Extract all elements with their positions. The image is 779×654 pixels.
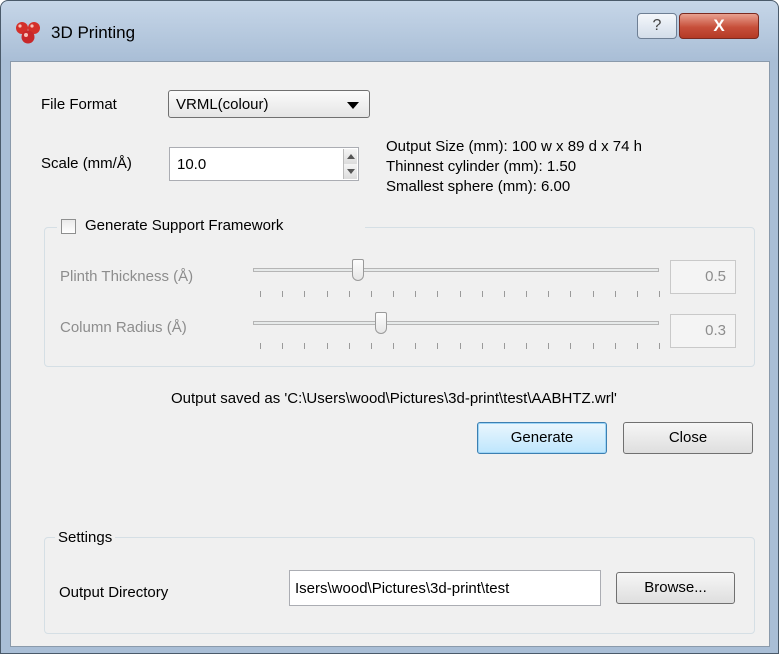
file-format-value: VRML(colour) [176, 96, 269, 113]
smallest-sphere-text: Smallest sphere (mm): 6.00 [386, 178, 571, 195]
slider-tick [548, 343, 549, 349]
file-format-select[interactable]: VRML(colour) [168, 90, 370, 118]
generate-support-checkbox[interactable] [61, 219, 76, 234]
slider-tick [327, 291, 328, 297]
slider-tick [393, 291, 394, 297]
slider-tick [482, 291, 483, 297]
spin-down-icon[interactable] [343, 164, 357, 179]
slider-tick [593, 343, 594, 349]
slider-tick [570, 291, 571, 297]
slider-tick [548, 291, 549, 297]
slider-tick [637, 343, 638, 349]
output-saved-message: Output saved as 'C:\Users\wood\Pictures\… [171, 390, 617, 407]
slider-tick [349, 291, 350, 297]
plinth-thickness-value[interactable]: 0.5 [670, 260, 736, 294]
slider-tick [615, 343, 616, 349]
slider-tick [593, 291, 594, 297]
slider-tick [437, 343, 438, 349]
slider-tick [304, 291, 305, 297]
chevron-down-icon [347, 102, 359, 109]
slider-tick [659, 291, 660, 297]
file-format-label: File Format [41, 96, 117, 113]
slider-tick [371, 291, 372, 297]
plinth-slider-handle[interactable] [352, 259, 364, 281]
dialog-body: File Format VRML(colour) Scale (mm/Å) 10… [10, 61, 770, 647]
thinnest-cylinder-text: Thinnest cylinder (mm): 1.50 [386, 158, 577, 175]
scale-value: 10.0 [177, 156, 207, 173]
slider-tick [570, 343, 571, 349]
support-framework-header: Generate Support Framework [57, 216, 365, 238]
slider-tick [526, 291, 527, 297]
slider-tick [327, 343, 328, 349]
column-radius-label: Column Radius (Å) [60, 319, 187, 336]
plinth-slider-ticks [260, 291, 660, 297]
window-title: 3D Printing [51, 23, 136, 42]
slider-tick [371, 343, 372, 349]
slider-tick [460, 291, 461, 297]
close-button[interactable]: Close [623, 422, 753, 454]
window-close-button[interactable]: X [679, 13, 759, 39]
settings-group-title: Settings [55, 529, 116, 546]
output-directory-label: Output Directory [59, 584, 169, 601]
generate-button[interactable]: Generate [477, 422, 607, 454]
help-icon: ? [652, 17, 662, 34]
slider-tick [482, 343, 483, 349]
close-icon: X [713, 16, 725, 35]
slider-tick [282, 343, 283, 349]
output-size-text: Output Size (mm): 100 w x 89 d x 74 h [386, 138, 642, 155]
slider-tick [637, 291, 638, 297]
slider-tick [260, 343, 261, 349]
browse-button[interactable]: Browse... [616, 572, 735, 604]
column-slider-track[interactable] [253, 321, 659, 325]
slider-tick [615, 291, 616, 297]
slider-tick [304, 343, 305, 349]
slider-tick [415, 291, 416, 297]
dialog-window: 3D Printing ? X File Format VRML(colour)… [0, 0, 779, 654]
slider-tick [282, 291, 283, 297]
slider-tick [437, 291, 438, 297]
scale-spinbox[interactable]: 10.0 [169, 147, 359, 181]
slider-tick [526, 343, 527, 349]
column-radius-value[interactable]: 0.3 [670, 314, 736, 348]
spin-up-icon[interactable] [343, 149, 357, 164]
title-bar[interactable]: 3D Printing ? X [1, 1, 778, 61]
generate-support-label: Generate Support Framework [85, 217, 284, 234]
column-slider-ticks [260, 343, 660, 349]
slider-tick [460, 343, 461, 349]
column-slider-handle[interactable] [375, 312, 387, 334]
help-button[interactable]: ? [637, 13, 677, 39]
plinth-slider-track[interactable] [253, 268, 659, 272]
output-directory-input[interactable]: Isers\wood\Pictures\3d-print\test [289, 570, 601, 606]
slider-tick [415, 343, 416, 349]
plinth-thickness-label: Plinth Thickness (Å) [60, 268, 194, 285]
app-molecule-icon [16, 22, 40, 44]
slider-tick [349, 343, 350, 349]
scale-label: Scale (mm/Å) [41, 155, 132, 172]
output-directory-value: Isers\wood\Pictures\3d-print\test [295, 580, 510, 597]
slider-tick [504, 291, 505, 297]
slider-tick [504, 343, 505, 349]
slider-tick [260, 291, 261, 297]
slider-tick [659, 343, 660, 349]
slider-tick [393, 343, 394, 349]
